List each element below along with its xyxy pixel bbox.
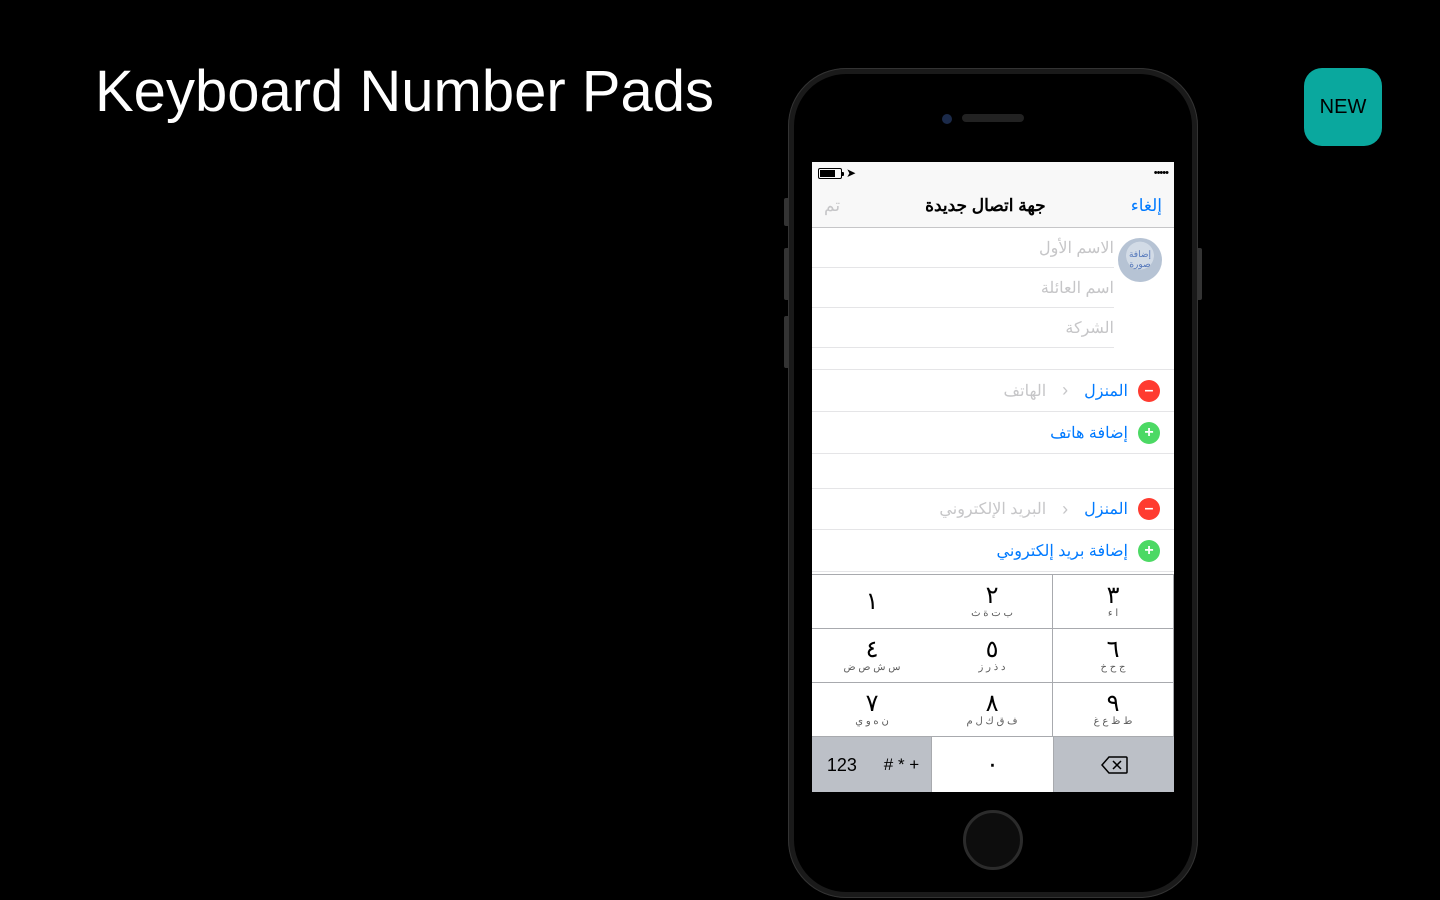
battery-icon [818,168,842,179]
email-row[interactable]: – المنزل ‹ البريد الإلكتروني [812,488,1174,530]
last-name-field[interactable]: اسم العائلة [812,268,1114,308]
company-field[interactable]: الشركة [812,308,1114,348]
phone-row[interactable]: – المنزل ‹ الهاتف [812,370,1174,412]
nav-title: جهة اتصال جديدة [925,196,1046,216]
key-1[interactable]: ١ [812,575,932,629]
email-type[interactable]: المنزل [1084,499,1128,519]
nav-bar: إلغاء جهة اتصال جديدة تم [812,184,1174,228]
key-7[interactable]: ٧ن ه و ي [812,683,932,737]
key-symbols[interactable]: + * # [872,737,933,792]
mute-switch [784,198,788,226]
power-button [1198,248,1202,300]
cancel-button[interactable]: إلغاء [1131,196,1162,216]
status-bar: ••••• ➤ [812,162,1174,184]
front-camera [942,114,952,124]
volume-up [784,248,788,300]
new-badge: NEW [1304,68,1382,146]
add-icon[interactable]: + [1138,422,1160,444]
chevron-left-icon: ‹ [1056,380,1074,401]
key-0[interactable]: ٠ [932,737,1053,792]
key-2[interactable]: ٢ب ت ة ث [932,575,1053,629]
key-4[interactable]: ٤س ش ص ض [812,629,932,683]
key-mode[interactable]: 123 [812,737,872,792]
signal-dots: ••••• [1154,167,1168,179]
done-button[interactable]: تم [824,196,840,216]
phone-frame: ••••• ➤ إلغاء جهة اتصال جديدة تم [788,68,1198,898]
contact-form: إضافة صورة الاسم الأول اسم العائلة الشرك… [812,228,1174,572]
backspace-icon [1100,755,1128,775]
key-6[interactable]: ٦ج ح خ [1053,629,1174,683]
number-pad: ١ ٢ب ت ة ث ٣ا ء ٤س ش ص ض ٥د ذ ر ز ٦ج ح خ… [812,574,1174,792]
location-icon: ➤ [846,166,856,180]
screen: ••••• ➤ إلغاء جهة اتصال جديدة تم [812,162,1174,792]
chevron-left-icon: ‹ [1056,499,1074,520]
key-8[interactable]: ٨ف ق ك ل م [932,683,1053,737]
add-email-row[interactable]: + إضافة بريد إلكتروني [812,530,1174,572]
key-9[interactable]: ٩ط ظ ع غ [1053,683,1174,737]
add-phone-row[interactable]: + إضافة هاتف [812,412,1174,454]
add-photo-button[interactable]: إضافة صورة [1118,238,1162,282]
email-placeholder[interactable]: البريد الإلكتروني [826,499,1046,519]
phone-placeholder[interactable]: الهاتف [826,381,1046,401]
remove-icon[interactable]: – [1138,498,1160,520]
speaker [962,114,1024,122]
key-3[interactable]: ٣ا ء [1053,575,1174,629]
add-phone-label: إضافة هاتف [1050,423,1128,443]
remove-icon[interactable]: – [1138,380,1160,402]
phone-type[interactable]: المنزل [1084,381,1128,401]
key-backspace[interactable] [1054,737,1174,792]
add-icon[interactable]: + [1138,540,1160,562]
home-button[interactable] [963,810,1023,870]
first-name-field[interactable]: الاسم الأول [812,228,1114,268]
volume-down [784,316,788,368]
key-5[interactable]: ٥د ذ ر ز [932,629,1053,683]
add-email-label: إضافة بريد إلكتروني [997,541,1128,561]
slide-title: Keyboard Number Pads [95,58,714,125]
